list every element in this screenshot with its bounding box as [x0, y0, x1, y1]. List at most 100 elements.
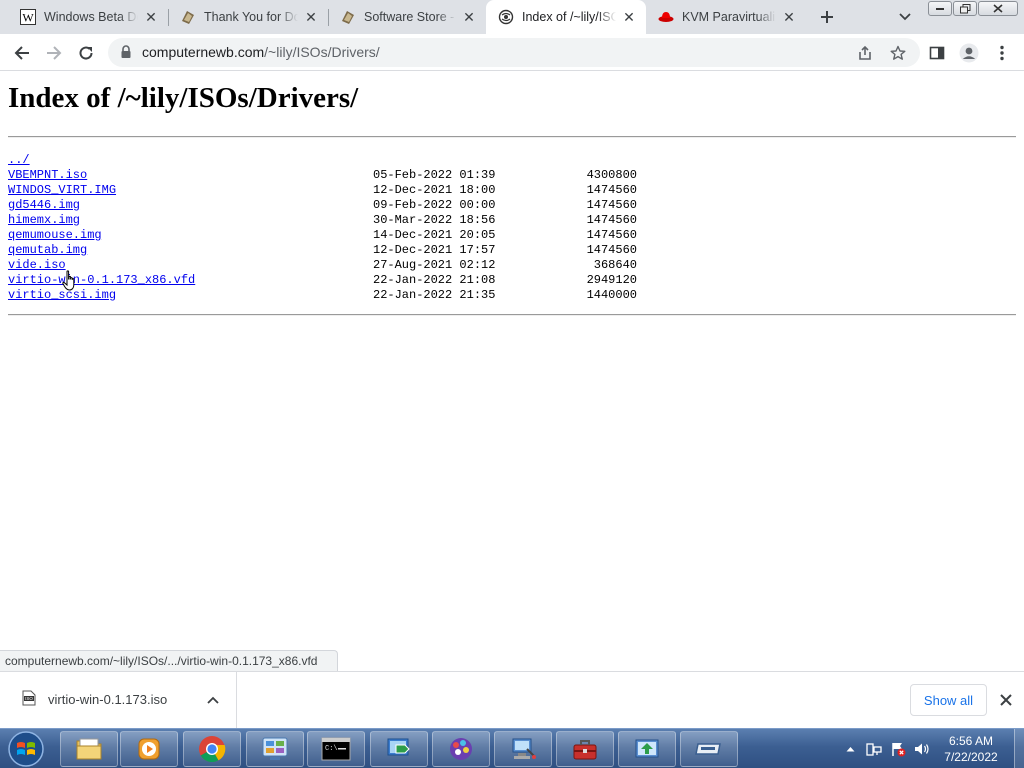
file-size: 1474560 — [586, 183, 637, 197]
status-bubble: computernewb.com/~lily/ISOs/.../virtio-w… — [0, 650, 339, 671]
taskbar-windows-update[interactable] — [618, 731, 676, 767]
command-prompt-icon: C:\ — [321, 737, 351, 761]
parent-directory-link[interactable]: ../ — [8, 153, 30, 167]
iso-file-icon: ISO — [21, 690, 37, 711]
taskbar-remote-desktop[interactable] — [370, 731, 428, 767]
show-all-button[interactable]: Show all — [910, 684, 987, 716]
close-tab-icon[interactable]: ✕ — [780, 8, 798, 26]
tab-thank-you[interactable]: Thank You for Do ✕ — [168, 0, 328, 34]
forward-button[interactable] — [40, 39, 68, 67]
show-desktop-button[interactable] — [1014, 729, 1024, 768]
file-link[interactable]: qemumouse.img — [8, 228, 102, 242]
url-host: computernewb.com — [142, 44, 265, 60]
bookmark-button[interactable] — [887, 42, 909, 64]
arrow-right-icon — [47, 46, 62, 60]
file-link[interactable]: WINDOS_VIRT.IMG — [8, 183, 116, 197]
close-window-button[interactable] — [978, 1, 1018, 16]
chrome-icon — [199, 736, 226, 763]
page-content: Index of /~lily/ISOs/Drivers/ ../ VBEMPN… — [0, 71, 1024, 648]
taskbar-control-panel[interactable] — [246, 731, 304, 767]
list-item: virtio_scsi.img 22-Jan-2022 21:35 1440000 — [8, 288, 637, 303]
address-bar[interactable]: computernewb.com/~lily/ISOs/Drivers/ — [108, 38, 920, 67]
file-date: 12-Dec-2021 17:57 — [373, 243, 496, 257]
tab-index-of[interactable]: Index of /~lily/ISO ✕ — [486, 0, 646, 34]
download-shelf: ISO virtio-win-0.1.173.iso Show all — [0, 671, 1024, 728]
taskbar-virtual-drive[interactable] — [680, 731, 738, 767]
tab-windows-beta[interactable]: W Windows Beta De ✕ — [8, 0, 168, 34]
taskbar-explorer[interactable] — [60, 731, 118, 767]
page-title: Index of /~lily/ISOs/Drivers/ — [8, 82, 359, 114]
file-date: 22-Jan-2022 21:35 — [373, 288, 496, 302]
side-panel-icon — [929, 46, 945, 60]
file-date: 30-Mar-2022 18:56 — [373, 213, 496, 227]
file-date: 12-Dec-2021 18:00 — [373, 183, 496, 197]
taskbar-paint-app[interactable] — [432, 731, 490, 767]
tray-devices-icon[interactable] — [866, 741, 882, 757]
list-item: VBEMPNT.iso 05-Feb-2022 01:39 4300800 — [8, 168, 637, 183]
back-button[interactable] — [8, 39, 36, 67]
taskbar-network-tool[interactable] — [494, 731, 552, 767]
avatar-icon — [959, 43, 979, 63]
list-item: vide.iso 27-Aug-2021 02:12 368640 — [8, 258, 637, 273]
file-link[interactable]: virtio-win-0.1.173_x86.vfd — [8, 273, 195, 287]
tab-title: Index of /~lily/ISO — [522, 10, 616, 24]
file-date: 22-Jan-2022 21:08 — [373, 273, 496, 287]
chevron-down-icon — [899, 13, 911, 21]
minimize-icon — [936, 7, 944, 10]
svg-text:ISO: ISO — [25, 696, 33, 701]
profile-button[interactable] — [955, 39, 983, 67]
tab-title: Software Store - N — [364, 10, 456, 24]
download-item[interactable]: ISO virtio-win-0.1.173.iso — [0, 672, 237, 728]
file-link[interactable]: himemx.img — [8, 213, 80, 227]
taskbar-command-prompt[interactable]: C:\ — [307, 731, 365, 767]
restore-button[interactable] — [953, 1, 977, 16]
list-item: gd5446.img 09-Feb-2022 00:00 1474560 — [8, 198, 637, 213]
url-path: /~lily/ISOs/Drivers/ — [264, 44, 380, 60]
file-size: 1474560 — [586, 243, 637, 257]
side-panel-button[interactable] — [923, 39, 951, 67]
update-icon — [635, 739, 659, 758]
start-button[interactable] — [6, 730, 46, 768]
taskbar-chrome[interactable] — [183, 731, 241, 767]
close-tab-icon[interactable]: ✕ — [460, 8, 478, 26]
download-options-button[interactable] — [204, 691, 222, 709]
reload-button[interactable] — [72, 39, 100, 67]
show-hidden-icons-button[interactable] — [842, 741, 858, 757]
file-link[interactable]: gd5446.img — [8, 198, 80, 212]
tray-action-center-icon[interactable] — [890, 741, 906, 757]
network-computer-icon — [512, 738, 536, 759]
close-icon — [993, 4, 1003, 13]
arrow-left-icon — [14, 46, 29, 60]
menu-button[interactable] — [988, 39, 1016, 67]
tab-kvm-paravirtualization[interactable]: KVM Paravirtualiz ✕ — [646, 0, 806, 34]
redhat-icon — [658, 9, 674, 25]
kebab-menu-icon — [1000, 45, 1004, 61]
close-download-shelf-button[interactable] — [996, 690, 1016, 710]
file-link[interactable]: vide.iso — [8, 258, 66, 272]
close-icon — [1000, 694, 1012, 706]
file-link[interactable]: qemutab.img — [8, 243, 87, 257]
close-tab-icon[interactable]: ✕ — [142, 8, 160, 26]
taskbar-toolbox[interactable] — [556, 731, 614, 767]
minimize-button[interactable] — [928, 1, 952, 16]
file-link[interactable]: VBEMPNT.iso — [8, 168, 87, 182]
toolbox-icon — [573, 740, 597, 760]
winworld-icon — [340, 9, 356, 25]
taskbar-clock[interactable]: 6:56 AM 7/22/2022 — [926, 733, 1016, 765]
download-filename: virtio-win-0.1.173.iso — [48, 692, 168, 707]
close-tab-icon[interactable]: ✕ — [620, 8, 638, 26]
url-text[interactable]: computernewb.com/~lily/ISOs/Drivers/ — [142, 44, 380, 60]
share-button[interactable] — [854, 42, 876, 64]
file-size: 1474560 — [586, 213, 637, 227]
lock-icon[interactable] — [120, 45, 132, 64]
new-tab-button[interactable] — [815, 5, 839, 29]
close-tab-icon[interactable]: ✕ — [302, 8, 320, 26]
tab-software-store[interactable]: Software Store - N ✕ — [328, 0, 486, 34]
list-item: himemx.img 30-Mar-2022 18:56 1474560 — [8, 213, 637, 228]
taskbar-media-player[interactable] — [120, 731, 178, 767]
plus-icon — [821, 11, 833, 23]
control-panel-icon — [262, 737, 288, 760]
folder-icon — [76, 738, 102, 760]
tab-search-button[interactable] — [894, 6, 916, 28]
file-date: 09-Feb-2022 00:00 — [373, 198, 496, 212]
